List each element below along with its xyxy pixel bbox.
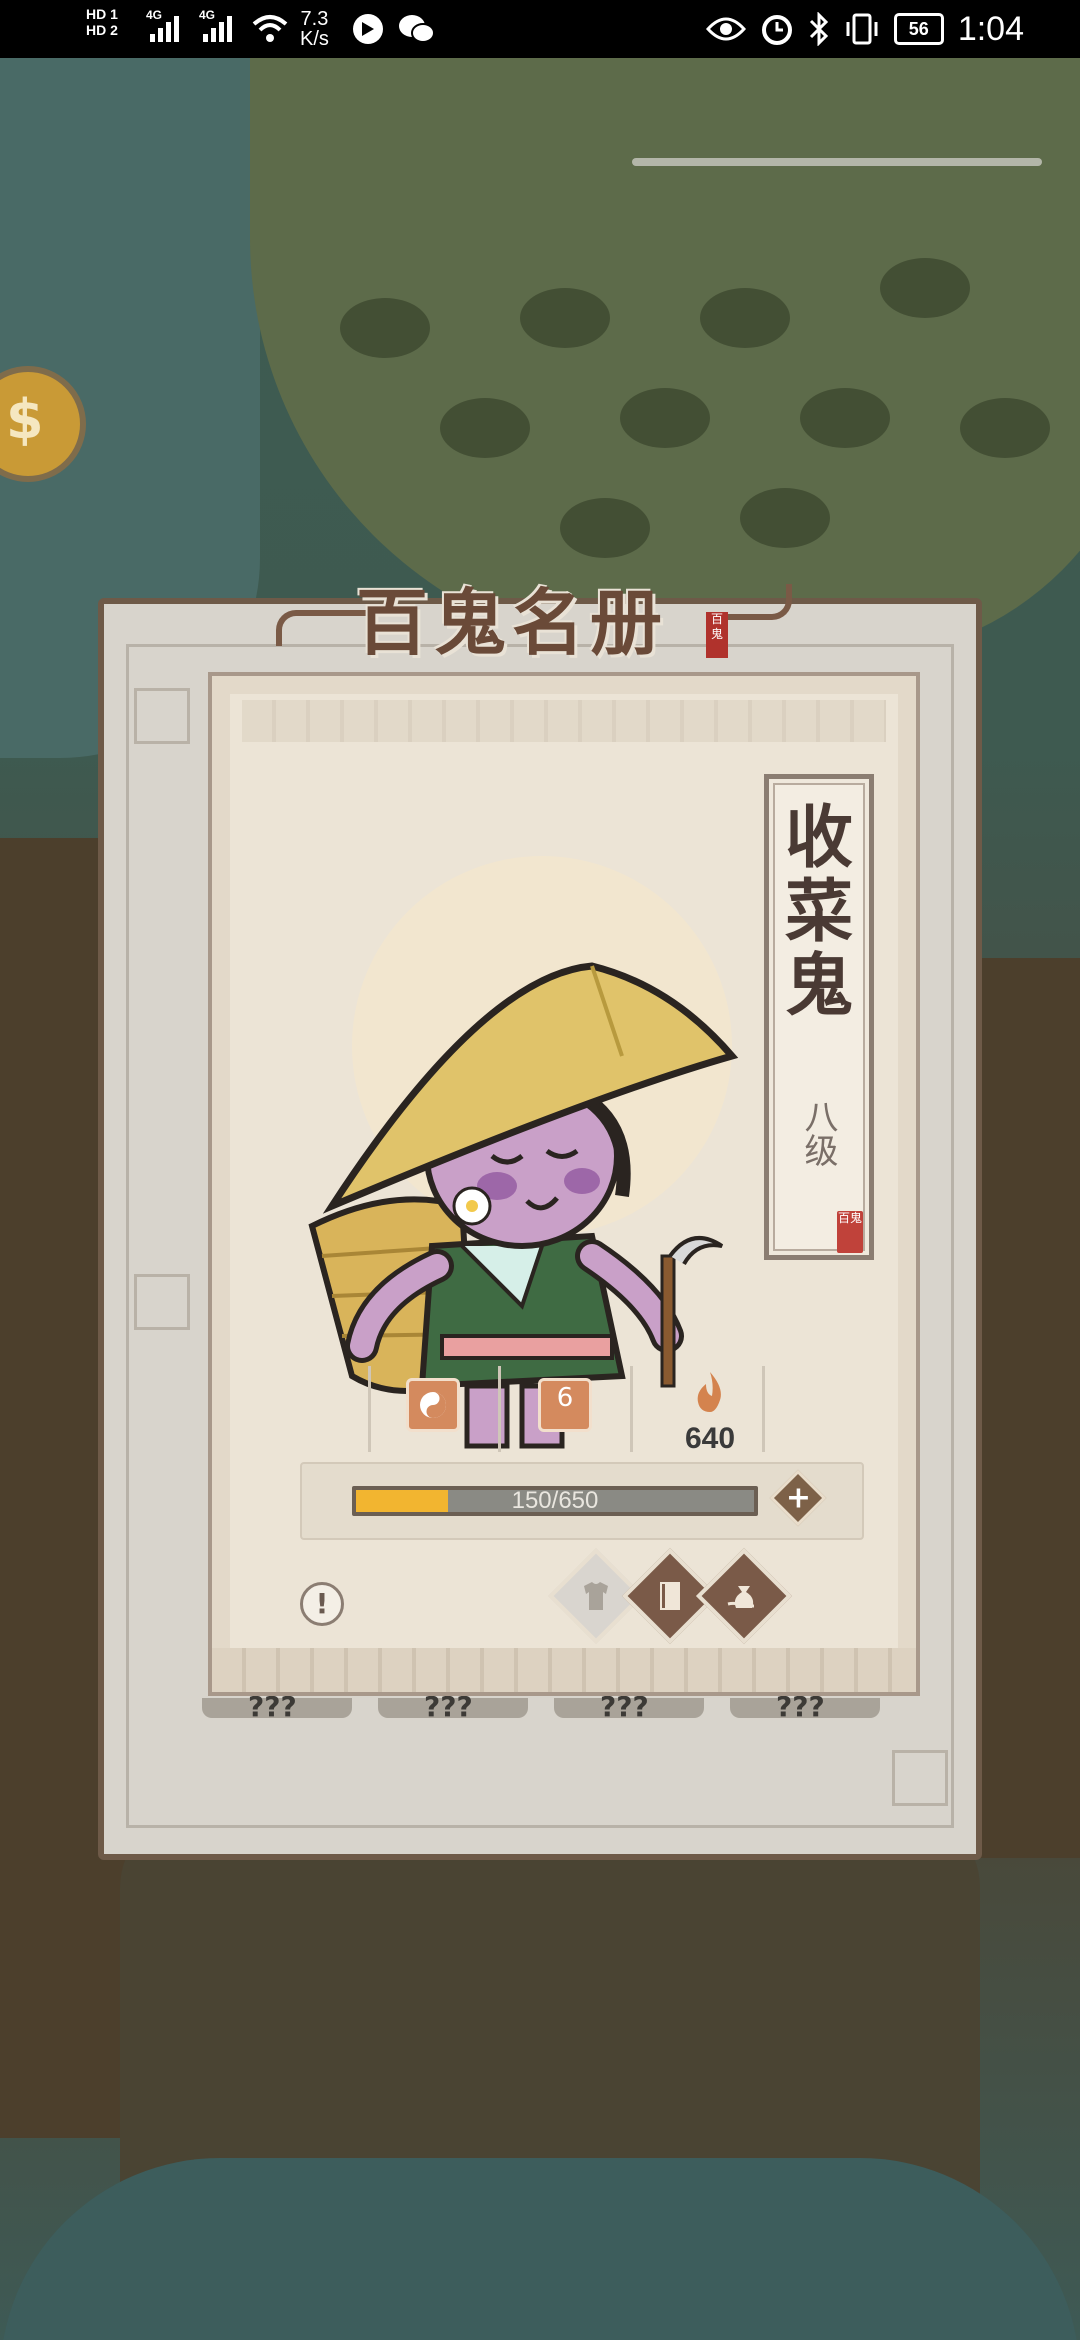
wifi-icon	[252, 15, 288, 42]
alarm-icon	[761, 15, 792, 45]
map-sea	[0, 2158, 1080, 2340]
progress-bar: 150/650	[352, 1486, 758, 1516]
ghost-level: 八级	[798, 1099, 838, 1167]
bag-icon	[724, 1576, 764, 1616]
status-right: 56 1:04	[705, 0, 1024, 58]
ghost-name: 收菜鬼	[784, 798, 853, 1026]
ghost-detail-card: 收菜鬼 八级 百鬼 6 640 150/650 + !	[208, 672, 920, 1696]
fire-icon	[697, 1372, 721, 1412]
info-icon: !	[315, 1587, 329, 1620]
experience-progress: 150/650 +	[300, 1462, 864, 1540]
book-icon	[650, 1576, 690, 1616]
clothes-icon	[576, 1576, 616, 1616]
hd1-label: HD 1	[86, 6, 118, 22]
network-speed: 7.3 K/s	[300, 8, 329, 50]
plus-icon: +	[785, 1480, 811, 1516]
card-pattern-bottom	[212, 1648, 916, 1692]
hd2-label: HD 2	[86, 22, 118, 38]
gift-bag-button[interactable]	[695, 1547, 793, 1645]
title-seal: 百鬼	[706, 612, 728, 658]
clock: 1:04	[957, 9, 1024, 48]
signal-icon-1: 4G	[146, 8, 179, 47]
coin-icon: $	[6, 388, 44, 451]
eye-icon	[705, 17, 746, 41]
bluetooth-icon	[809, 12, 828, 46]
status-bar: HD 1 HD 2 4G 4G 7.3 K/s 56 1:04	[0, 0, 1080, 58]
panel-fret-ornament	[892, 1750, 948, 1806]
element-badge-icon[interactable]	[406, 1378, 460, 1432]
stat-row: 6 640	[368, 1366, 768, 1456]
wechat-icon	[398, 15, 435, 43]
app-notification-icon	[352, 14, 383, 44]
map-scroll-indicator[interactable]	[632, 158, 1042, 166]
hd-indicator: HD 1 HD 2	[86, 6, 118, 38]
card-pattern-top	[242, 700, 886, 742]
info-button[interactable]: !	[300, 1582, 344, 1626]
progress-label: 150/650	[511, 1487, 599, 1514]
vibrate-icon	[846, 13, 878, 45]
panel-title: 百鬼名册	[356, 580, 669, 665]
name-plate: 收菜鬼 八级 百鬼	[764, 774, 874, 1260]
signal-icon-2: 4G	[199, 8, 232, 47]
panel-fret-ornament	[134, 688, 190, 744]
fire-value: 640	[684, 1422, 736, 1455]
name-seal: 百鬼	[837, 1211, 863, 1253]
battery-indicator: 56	[893, 13, 944, 45]
count-badge-icon[interactable]: 6	[538, 1378, 592, 1432]
panel-fret-ornament	[134, 1274, 190, 1330]
add-experience-button[interactable]: +	[769, 1469, 827, 1527]
